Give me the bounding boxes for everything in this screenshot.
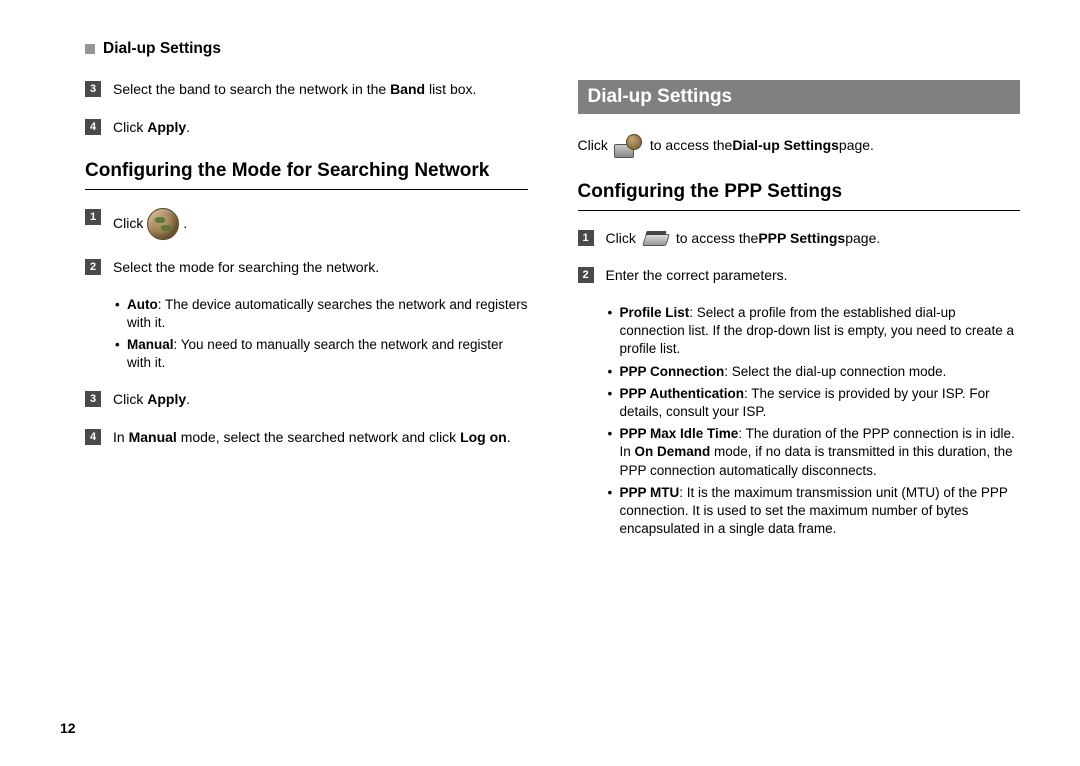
right-s1-mid: to access the <box>676 229 759 249</box>
right-intro-pre: Click <box>578 136 608 156</box>
left-s4-text: In Manual mode, select the searched netw… <box>113 428 528 448</box>
bullet-auth-bold: PPP Authentication <box>620 386 745 401</box>
bullet-manual-text: : You need to manually search the networ… <box>127 337 503 370</box>
left-section-heading: Configuring the Mode for Searching Netwo… <box>85 159 528 183</box>
left-s3: 3 Click Apply. <box>85 390 528 410</box>
bullet-mtu: PPP MTU: It is the maximum transmission … <box>608 484 1021 539</box>
left-s3-post: . <box>186 391 190 407</box>
left-s3-bold: Apply <box>147 391 186 407</box>
right-s2-text: Enter the correct parameters. <box>606 266 1021 286</box>
bullet-auto-bold: Auto <box>127 297 158 312</box>
left-s4-number: 4 <box>85 429 101 445</box>
step-3-post: list box. <box>425 81 476 97</box>
header-title: Dial-up Settings <box>103 40 221 58</box>
left-s1-number: 1 <box>85 209 101 225</box>
right-s1-post: page. <box>845 229 880 249</box>
right-s2: 2 Enter the correct parameters. <box>578 266 1021 286</box>
bullet-idle-bold2: On Demand <box>635 444 711 459</box>
step-4-bold: Apply <box>147 119 186 135</box>
step-3-pre: Select the band to search the network in… <box>113 81 390 97</box>
step-3-text: Select the band to search the network in… <box>113 80 528 100</box>
bullet-conn: PPP Connection: Select the dial-up conne… <box>608 363 1021 381</box>
dialup-icon <box>614 134 644 158</box>
step-number-4: 4 <box>85 119 101 135</box>
bullet-auto: Auto: The device automatically searches … <box>115 296 528 332</box>
header-bullet-icon <box>85 44 95 54</box>
right-intro: Click to access the Dial-up Settings pag… <box>578 134 1021 158</box>
page-number: 12 <box>60 720 76 736</box>
left-s4-bold2: Log on <box>460 429 507 445</box>
left-s4-post: . <box>507 429 511 445</box>
step-4-post: . <box>186 119 190 135</box>
right-section-rule <box>578 210 1021 211</box>
bullet-manual: Manual: You need to manually search the … <box>115 336 528 372</box>
bullet-profile: Profile List: Select a profile from the … <box>608 304 1021 359</box>
left-s3-text: Click Apply. <box>113 390 528 410</box>
left-s3-pre: Click <box>113 391 147 407</box>
page-header: Dial-up Settings <box>85 40 1020 58</box>
right-s1-bold: PPP Settings <box>758 229 845 249</box>
bullet-idle: PPP Max Idle Time: The duration of the P… <box>608 425 1021 480</box>
bullet-conn-bold: PPP Connection <box>620 364 725 379</box>
right-s1-pre: Click <box>606 229 636 249</box>
left-s4-bold1: Manual <box>129 429 177 445</box>
bullet-auth: PPP Authentication: The service is provi… <box>608 385 1021 421</box>
left-s4-pre: In <box>113 429 129 445</box>
right-s1-text: Click to access the PPP Settings page. <box>606 229 1021 249</box>
left-s1-pre: Click <box>113 214 143 234</box>
left-section-rule <box>85 189 528 190</box>
right-section-heading: Configuring the PPP Settings <box>578 180 1021 204</box>
bullet-auto-text: : The device automatically searches the … <box>127 297 527 330</box>
step-4-text: Click Apply. <box>113 118 528 138</box>
step-3: 3 Select the band to search the network … <box>85 80 528 100</box>
step-4: 4 Click Apply. <box>85 118 528 138</box>
bullet-idle-bold: PPP Max Idle Time <box>620 426 739 441</box>
left-s2-text: Select the mode for searching the networ… <box>113 258 528 278</box>
right-banner: Dial-up Settings <box>578 80 1021 114</box>
left-s4-mid: mode, select the searched network and cl… <box>177 429 460 445</box>
left-s1-post: . <box>183 214 187 234</box>
left-s2-number: 2 <box>85 259 101 275</box>
right-column: Dial-up Settings Click to access the Dia… <box>578 80 1021 557</box>
bullet-mtu-bold: PPP MTU <box>620 485 680 500</box>
right-s1-number: 1 <box>578 230 594 246</box>
left-column: 3 Select the band to search the network … <box>85 80 528 557</box>
page: Dial-up Settings 3 Select the band to se… <box>0 0 1080 766</box>
modem-icon <box>642 230 670 248</box>
left-s3-number: 3 <box>85 391 101 407</box>
step-number-3: 3 <box>85 81 101 97</box>
columns: 3 Select the band to search the network … <box>85 80 1020 557</box>
right-s1: 1 Click to access the PPP Settings page. <box>578 229 1021 249</box>
left-s1: 1 Click . <box>85 208 528 240</box>
right-intro-post: page. <box>839 136 874 156</box>
left-s2: 2 Select the mode for searching the netw… <box>85 258 528 278</box>
left-s4: 4 In Manual mode, select the searched ne… <box>85 428 528 448</box>
right-s2-number: 2 <box>578 267 594 283</box>
right-intro-mid: to access the <box>650 136 733 156</box>
bullet-manual-bold: Manual <box>127 337 174 352</box>
right-bullets: Profile List: Select a profile from the … <box>608 304 1021 539</box>
left-s1-text: Click . <box>113 208 528 240</box>
step-3-bold: Band <box>390 81 425 97</box>
step-4-pre: Click <box>113 119 147 135</box>
bullet-conn-text: : Select the dial-up connection mode. <box>724 364 946 379</box>
globe-icon <box>147 208 179 240</box>
left-bullets: Auto: The device automatically searches … <box>115 296 528 373</box>
right-intro-bold: Dial-up Settings <box>732 136 839 156</box>
bullet-profile-bold: Profile List <box>620 305 690 320</box>
